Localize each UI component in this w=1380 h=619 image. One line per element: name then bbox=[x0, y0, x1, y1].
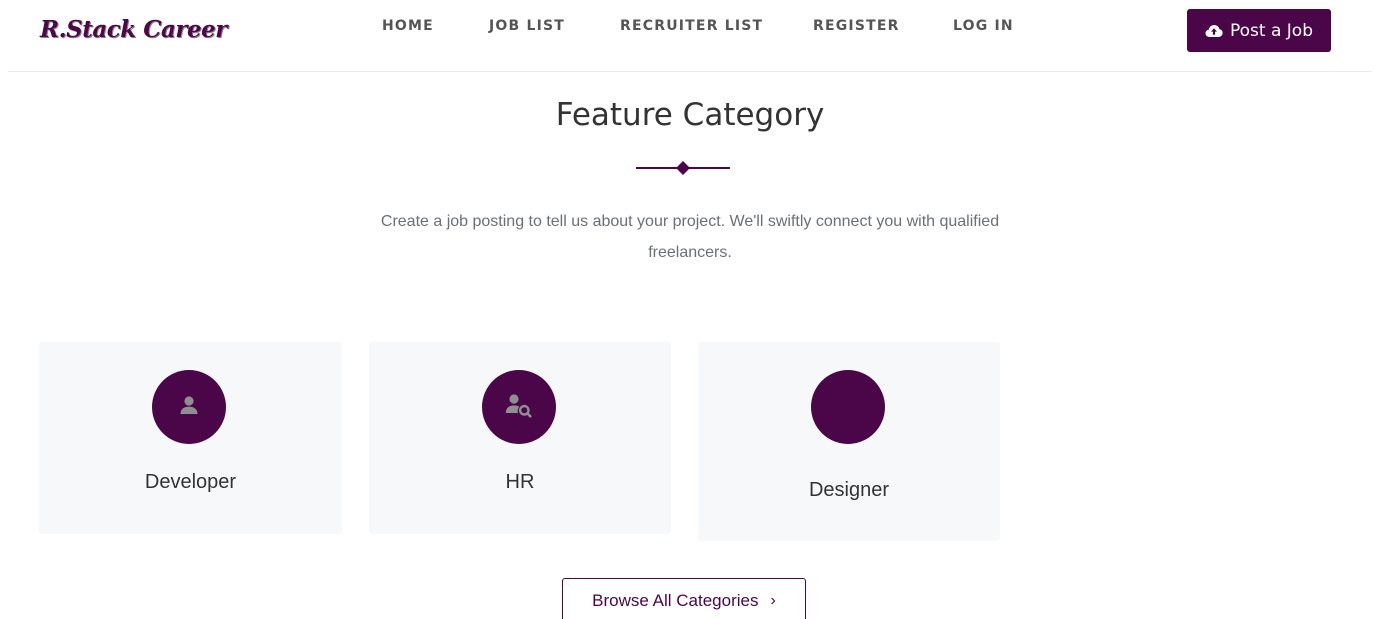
user-search-icon bbox=[505, 392, 533, 422]
post-a-job-label: Post a Job bbox=[1230, 20, 1313, 41]
chevron-right-icon: › bbox=[770, 592, 776, 609]
category-icon-circle bbox=[482, 370, 556, 444]
nav-job-list[interactable]: JOB LIST bbox=[489, 18, 565, 34]
section-title: Feature Category bbox=[555, 97, 825, 133]
nav-log-in[interactable]: LOG IN bbox=[953, 18, 1014, 34]
category-card-designer[interactable]: Designer bbox=[698, 342, 1000, 541]
site-logo[interactable]: R.Stack Career bbox=[40, 16, 227, 43]
post-a-job-button[interactable]: Post a Job bbox=[1187, 9, 1331, 52]
section-description: Create a job posting to tell us about yo… bbox=[380, 213, 1000, 261]
category-card-hr[interactable]: HR bbox=[369, 342, 671, 534]
category-icon-circle bbox=[811, 370, 885, 444]
cloud-upload-icon bbox=[1205, 24, 1223, 38]
category-label-developer: Developer bbox=[144, 471, 237, 493]
nav-recruiter-list[interactable]: RECRUITER LIST bbox=[620, 18, 763, 34]
header-divider bbox=[8, 71, 1372, 72]
page: R.Stack Career HOME JOB LIST RECRUITER L… bbox=[0, 0, 1380, 619]
category-label-hr: HR bbox=[505, 471, 535, 493]
user-icon bbox=[178, 394, 200, 420]
nav-register[interactable]: REGISTER bbox=[813, 18, 900, 34]
category-label-designer: Designer bbox=[808, 479, 890, 501]
site-header: R.Stack Career HOME JOB LIST RECRUITER L… bbox=[0, 0, 1380, 72]
category-card-developer[interactable]: Developer bbox=[39, 342, 342, 534]
title-divider-ornament bbox=[636, 159, 730, 177]
nav-home[interactable]: HOME bbox=[382, 18, 434, 34]
browse-all-categories-button[interactable]: Browse All Categories › bbox=[562, 578, 806, 619]
category-icon-circle bbox=[152, 370, 226, 444]
browse-all-categories-label: Browse All Categories bbox=[592, 591, 759, 610]
